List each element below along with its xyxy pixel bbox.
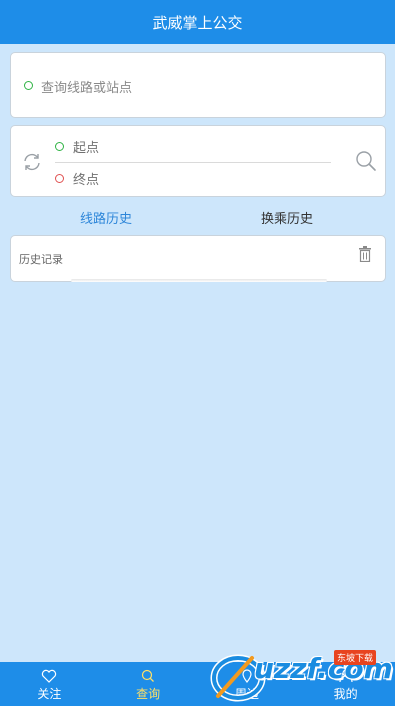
end-label: 终点 bbox=[73, 172, 100, 188]
swap-icon[interactable] bbox=[21, 151, 43, 173]
app-header: 武威掌上公交 bbox=[0, 0, 395, 44]
heart-icon bbox=[42, 669, 57, 683]
search-icon bbox=[142, 669, 155, 682]
nav-label-query: 查询 bbox=[136, 687, 161, 701]
search-placeholder: 查询线路或站点 bbox=[41, 81, 133, 96]
history-title: 历史记录 bbox=[19, 253, 63, 266]
end-field[interactable]: 终点 bbox=[55, 168, 99, 188]
history-panel: 历史记录 bbox=[10, 235, 386, 282]
panel-shadow bbox=[71, 279, 327, 282]
watermark-logo: uzzf.com 东坡下载 bbox=[208, 644, 395, 706]
green-dot-icon bbox=[24, 81, 33, 90]
search-input[interactable]: 查询线路或站点 bbox=[10, 52, 386, 118]
tab-line-history[interactable]: 线路历史 bbox=[80, 208, 132, 227]
page-title: 武威掌上公交 bbox=[152, 13, 243, 32]
route-planner: 起点 终点 bbox=[10, 125, 386, 197]
search-icon[interactable] bbox=[355, 150, 377, 172]
start-label: 起点 bbox=[73, 140, 100, 156]
divider bbox=[55, 162, 331, 163]
tab-transfer-history[interactable]: 换乘历史 bbox=[261, 208, 313, 227]
history-tabs: 线路历史 换乘历史 bbox=[0, 204, 395, 230]
trash-icon[interactable] bbox=[358, 246, 372, 262]
watermark-sub: 东坡下载 bbox=[334, 650, 377, 665]
red-dot-icon bbox=[55, 173, 64, 183]
green-dot-icon bbox=[55, 141, 64, 151]
nav-label-follow: 关注 bbox=[37, 687, 62, 701]
nav-item-query[interactable]: 查询 bbox=[99, 662, 198, 706]
start-field[interactable]: 起点 bbox=[55, 136, 99, 156]
nav-item-follow[interactable]: 关注 bbox=[0, 662, 99, 706]
